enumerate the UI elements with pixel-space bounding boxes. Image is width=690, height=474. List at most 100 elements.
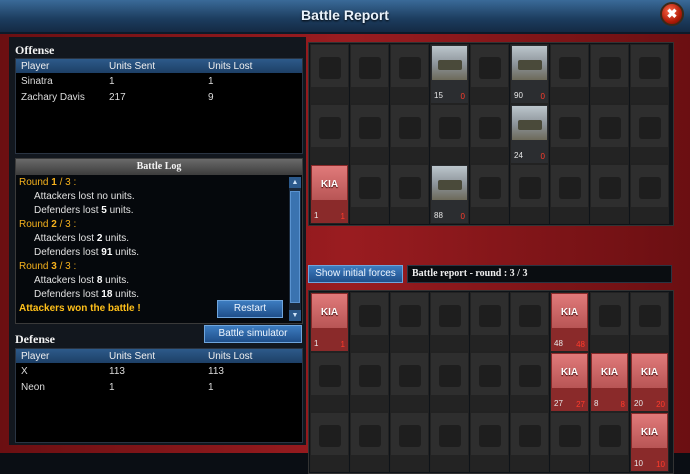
kia-label: KIA bbox=[600, 367, 619, 378]
slot-bar bbox=[551, 147, 588, 163]
unit-card-kia[interactable]: KIA 1 1 bbox=[310, 164, 349, 224]
slot-bar bbox=[391, 455, 428, 471]
attacker-units-grid: 15 0 90 0 24 0 KIA 1 1 88 0 bbox=[308, 42, 674, 226]
unit-lost-count: 0 bbox=[460, 212, 465, 221]
armored-vehicle-unit-icon bbox=[512, 106, 547, 140]
table-row[interactable]: X 113 113 bbox=[16, 363, 302, 379]
unit-card-kia[interactable]: KIA 20 20 bbox=[630, 352, 669, 412]
battle-simulator-button[interactable]: Battle simulator bbox=[204, 325, 302, 343]
empty-unit-slot bbox=[510, 292, 549, 352]
empty-unit-slot bbox=[630, 104, 669, 164]
slot-bar bbox=[311, 147, 348, 163]
attackers-loss-line: Attackers lost 8 units. bbox=[34, 275, 130, 286]
slot-bar bbox=[311, 455, 348, 471]
empty-unit-slot bbox=[590, 292, 629, 352]
unit-count: 48 bbox=[554, 339, 563, 348]
unit-card-kia[interactable]: KIA 1 1 bbox=[310, 292, 349, 352]
round-line: Round 1 / 3 : bbox=[19, 177, 77, 188]
unit-silhouette-icon bbox=[319, 365, 341, 387]
col-units-lost: Units Lost bbox=[208, 350, 253, 362]
unit-silhouette-icon bbox=[399, 117, 421, 139]
kia-label: KIA bbox=[320, 179, 339, 190]
slot-bar bbox=[471, 455, 508, 471]
slot-bar bbox=[591, 207, 628, 223]
table-row[interactable]: Zachary Davis 217 9 bbox=[16, 89, 302, 105]
unit-card[interactable]: 90 0 bbox=[510, 44, 549, 104]
unit-silhouette-icon bbox=[439, 425, 461, 447]
slot-bar bbox=[391, 335, 428, 351]
unit-silhouette-icon bbox=[439, 117, 461, 139]
unit-silhouette-icon bbox=[439, 365, 461, 387]
slot-bar bbox=[511, 207, 548, 223]
table-row[interactable]: Sinatra 1 1 bbox=[16, 73, 302, 89]
units-sent: 217 bbox=[109, 91, 126, 103]
unit-card-kia[interactable]: KIA 27 27 bbox=[550, 352, 589, 412]
slot-bar bbox=[431, 147, 468, 163]
window-title: Battle Report bbox=[301, 7, 389, 23]
table-row[interactable]: Neon 1 1 bbox=[16, 379, 302, 395]
unit-lost-count: 1 bbox=[340, 340, 345, 349]
empty-unit-slot bbox=[510, 352, 549, 412]
empty-unit-slot bbox=[630, 164, 669, 224]
slot-bar bbox=[511, 335, 548, 351]
unit-silhouette-icon bbox=[559, 117, 581, 139]
unit-count: 1 bbox=[314, 339, 319, 348]
slot-bar bbox=[391, 87, 428, 103]
defenders-loss-line: Defenders lost 91 units. bbox=[34, 247, 140, 258]
player-name: Zachary Davis bbox=[21, 91, 85, 103]
slot-bar bbox=[351, 395, 388, 411]
unit-card[interactable]: 88 0 bbox=[430, 164, 469, 224]
unit-silhouette-icon bbox=[479, 57, 501, 79]
slot-bar bbox=[511, 455, 548, 471]
unit-silhouette-icon bbox=[359, 177, 381, 199]
unit-silhouette-icon bbox=[319, 57, 341, 79]
report-round-label: Battle report - round : 3 / 3 bbox=[407, 265, 672, 283]
unit-lost-count: 0 bbox=[540, 152, 545, 161]
unit-silhouette-icon bbox=[399, 177, 421, 199]
unit-silhouette-icon bbox=[399, 57, 421, 79]
slot-bar bbox=[591, 455, 628, 471]
empty-unit-slot bbox=[630, 292, 669, 352]
show-initial-forces-button[interactable]: Show initial forces bbox=[308, 265, 403, 283]
unit-silhouette-icon bbox=[599, 57, 621, 79]
col-player: Player bbox=[21, 60, 50, 72]
unit-count: 27 bbox=[554, 399, 563, 408]
unit-card[interactable]: 15 0 bbox=[430, 44, 469, 104]
unit-silhouette-icon bbox=[399, 425, 421, 447]
scroll-up-icon[interactable]: ▲ bbox=[289, 177, 301, 188]
unit-silhouette-icon bbox=[639, 117, 661, 139]
unit-card-kia[interactable]: KIA 8 8 bbox=[590, 352, 629, 412]
scroll-down-icon[interactable]: ▼ bbox=[289, 310, 301, 321]
restart-button[interactable]: Restart bbox=[217, 300, 283, 318]
log-scrollbar[interactable]: ▲ ▼ bbox=[289, 177, 301, 321]
scroll-thumb[interactable] bbox=[290, 191, 300, 303]
empty-unit-slot bbox=[310, 44, 349, 104]
jeep-unit-icon bbox=[432, 46, 467, 80]
unit-silhouette-icon bbox=[479, 365, 501, 387]
slot-bar bbox=[431, 335, 468, 351]
close-icon[interactable]: ✖ bbox=[660, 2, 684, 26]
offense-table: Player Units Sent Units Lost Sinatra 1 1… bbox=[15, 58, 303, 154]
empty-unit-slot bbox=[430, 352, 469, 412]
slot-bar bbox=[431, 455, 468, 471]
unit-card[interactable]: 24 0 bbox=[510, 104, 549, 164]
empty-unit-slot bbox=[550, 104, 589, 164]
defense-table: Player Units Sent Units Lost X 113 113 N… bbox=[15, 348, 303, 443]
slot-bar bbox=[591, 147, 628, 163]
empty-unit-slot bbox=[550, 164, 589, 224]
units-sent: 113 bbox=[109, 365, 125, 377]
unit-count: 8 bbox=[594, 399, 599, 408]
empty-unit-slot bbox=[470, 352, 509, 412]
unit-silhouette-icon bbox=[319, 117, 341, 139]
empty-unit-slot bbox=[470, 104, 509, 164]
unit-silhouette-icon bbox=[639, 177, 661, 199]
defenders-loss-line: Defenders lost 5 units. bbox=[34, 205, 134, 216]
empty-unit-slot bbox=[470, 164, 509, 224]
units-lost: 113 bbox=[208, 365, 224, 377]
unit-silhouette-icon bbox=[599, 117, 621, 139]
empty-unit-slot bbox=[470, 44, 509, 104]
window-body: Offense Player Units Sent Units Lost Sin… bbox=[0, 34, 690, 474]
attackers-loss-line: Attackers lost 2 units. bbox=[34, 233, 130, 244]
unit-card-kia[interactable]: KIA 10 10 bbox=[630, 412, 669, 472]
unit-card-kia[interactable]: KIA 48 48 bbox=[550, 292, 589, 352]
